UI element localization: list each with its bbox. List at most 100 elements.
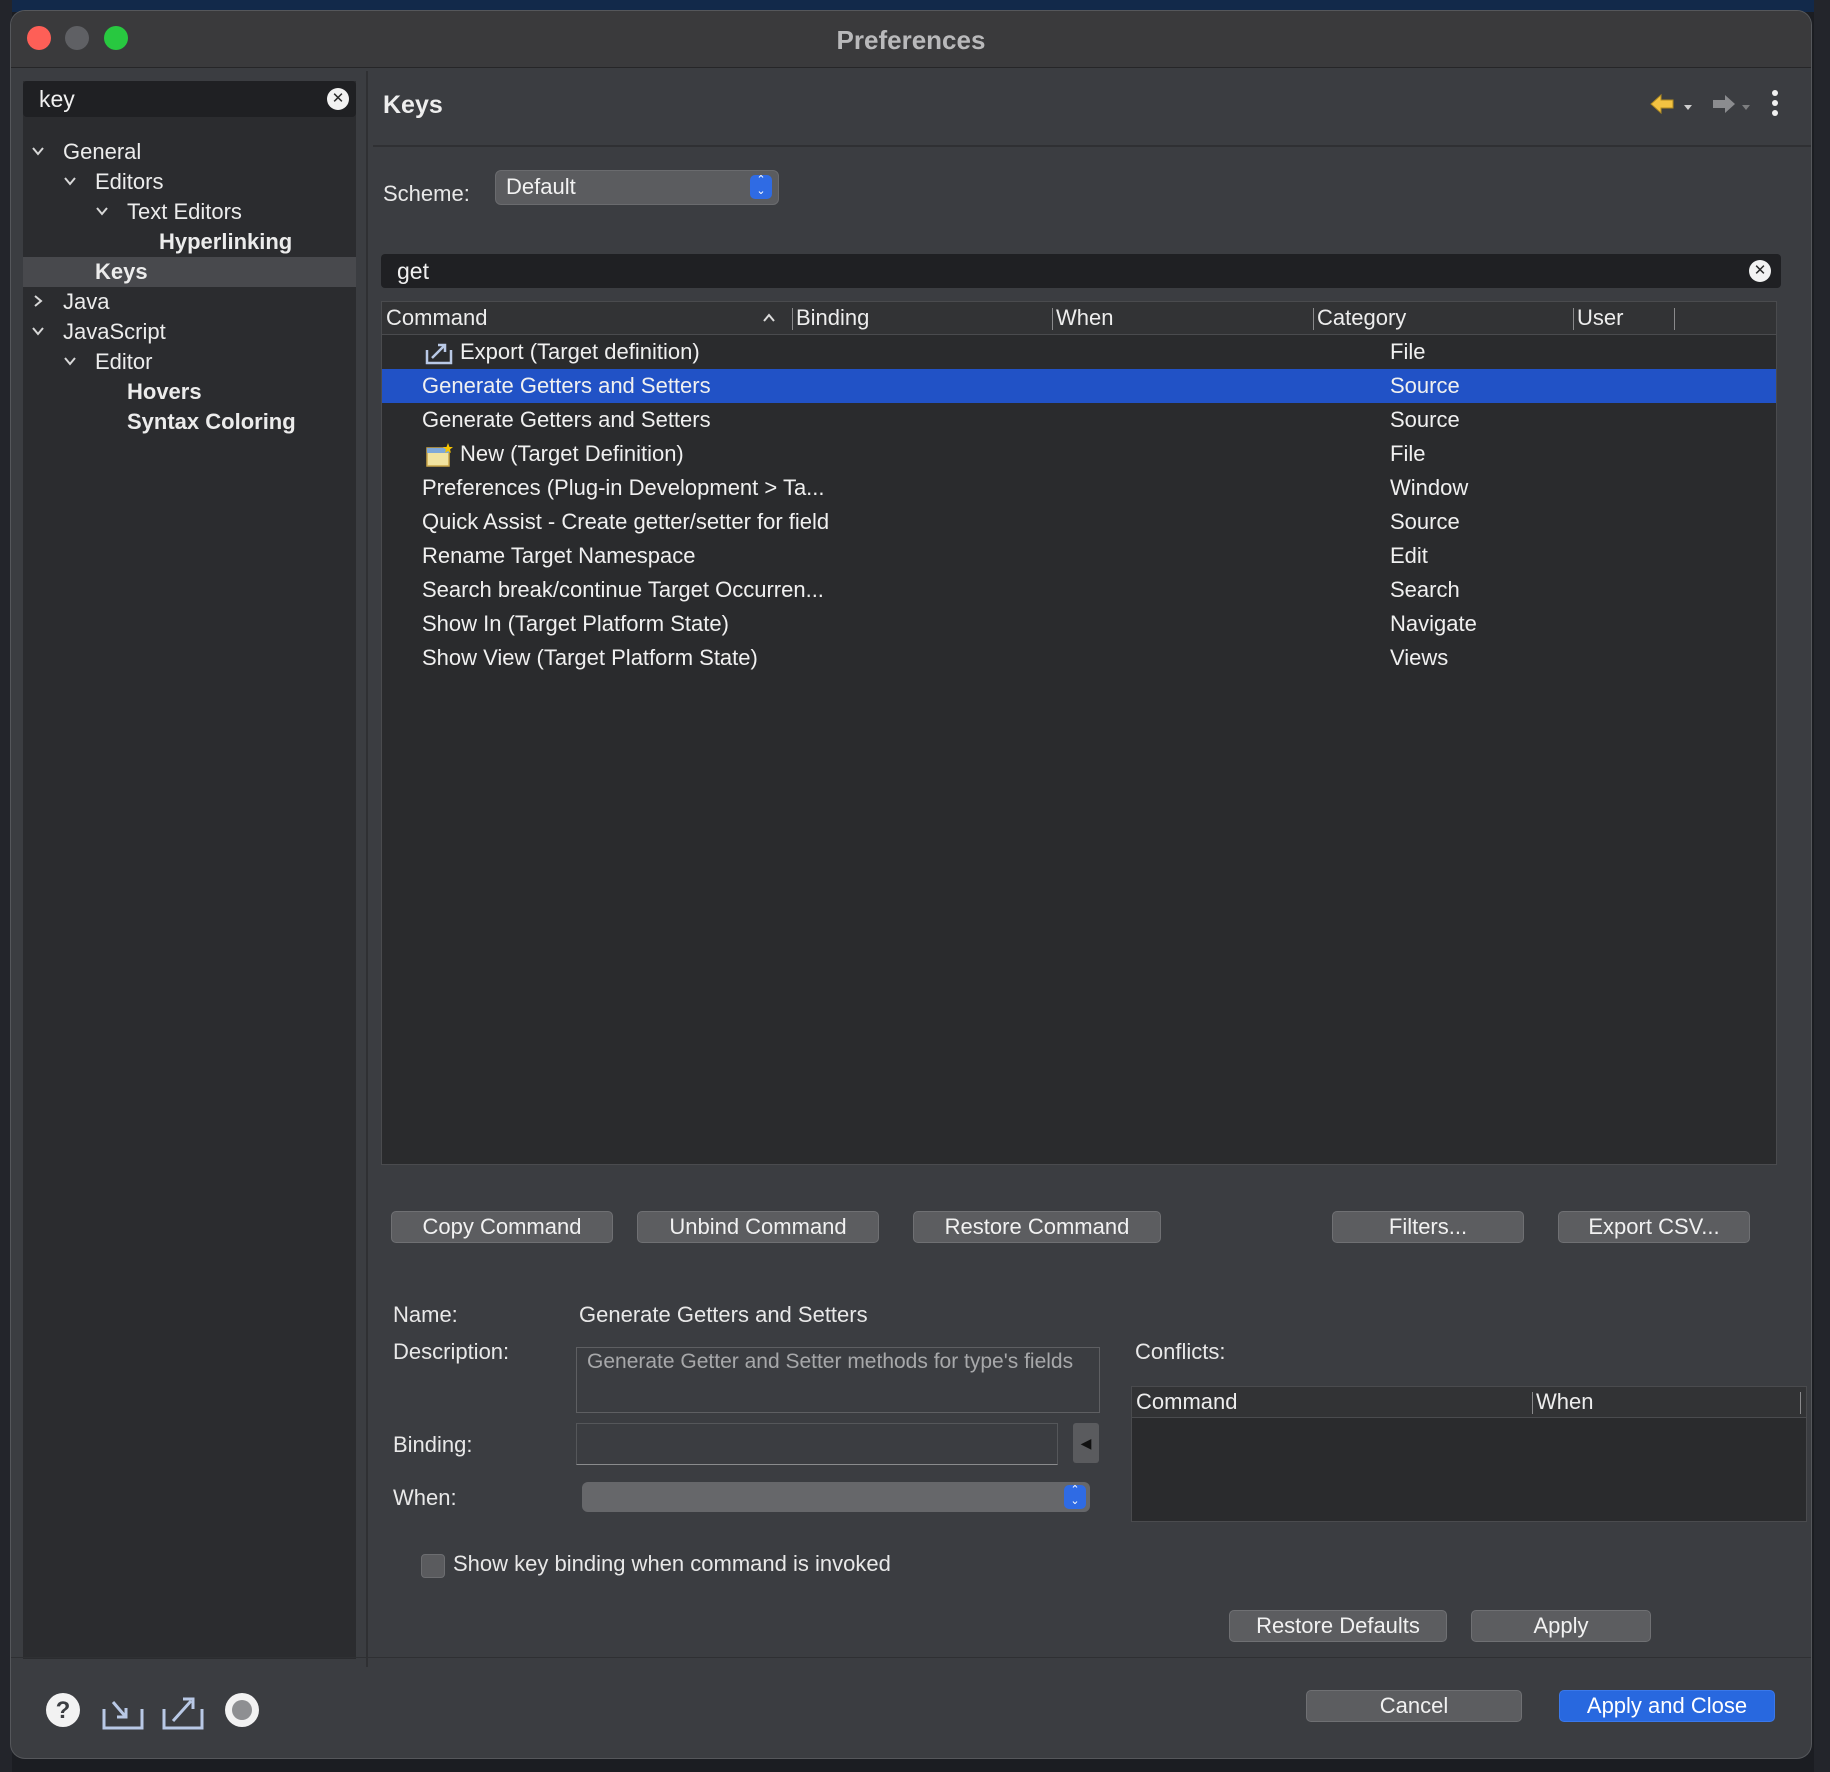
pane-divider[interactable]: [366, 71, 368, 1667]
tree-item-hyperlinking[interactable]: Hyperlinking: [23, 227, 356, 257]
column-divider[interactable]: [1800, 1392, 1801, 1414]
table-row[interactable]: Search break/continue Target Occurren...…: [382, 573, 1776, 607]
when-select[interactable]: ⌃ ⌄: [582, 1482, 1090, 1512]
command-filter-input[interactable]: get ✕: [381, 254, 1781, 288]
command-name: Show View (Target Platform State): [422, 645, 758, 670]
chevron-down-icon[interactable]: [95, 204, 109, 218]
column-binding[interactable]: Binding: [796, 305, 869, 331]
preferences-navigation: key ✕ General Editors Text Editors Hyper…: [23, 81, 356, 1659]
table-row-selected[interactable]: Generate Getters and Setters Source: [382, 369, 1776, 403]
command-category: File: [1390, 339, 1426, 364]
name-label: Name:: [393, 1302, 458, 1327]
description-value: Generate Getter and Setter methods for t…: [587, 1350, 1074, 1373]
column-category[interactable]: Category: [1317, 305, 1406, 331]
tree-item-javascript[interactable]: JavaScript: [23, 317, 356, 347]
clear-filter-icon[interactable]: ✕: [327, 88, 349, 110]
column-command[interactable]: Command: [1136, 1389, 1237, 1415]
table-row[interactable]: Show In (Target Platform State) Navigate: [382, 607, 1776, 641]
chevron-right-icon[interactable]: [31, 294, 45, 308]
view-menu-icon[interactable]: [1771, 89, 1779, 122]
conflicts-table: Command When: [1131, 1386, 1807, 1522]
table-row[interactable]: New (Target Definition) File: [382, 437, 1776, 471]
window-title: Preferences: [836, 25, 986, 55]
table-row[interactable]: Show View (Target Platform State) Views: [382, 641, 1776, 675]
description-field: Generate Getter and Setter methods for t…: [576, 1347, 1100, 1413]
tree-item-text-editors[interactable]: Text Editors: [23, 197, 356, 227]
scheme-value: Default: [506, 174, 576, 199]
select-arrows-icon: ⌃ ⌄: [1064, 1485, 1086, 1509]
chevron-down-icon[interactable]: [63, 354, 77, 368]
apply-and-close-button[interactable]: Apply and Close: [1559, 1690, 1775, 1722]
column-when[interactable]: When: [1056, 305, 1113, 331]
column-command[interactable]: Command: [386, 305, 487, 331]
back-dropdown-icon[interactable]: [1683, 99, 1693, 117]
column-user[interactable]: User: [1577, 305, 1623, 331]
column-divider[interactable]: [1313, 308, 1314, 330]
forward-dropdown-icon[interactable]: [1741, 99, 1751, 117]
chevron-down-icon[interactable]: [31, 324, 45, 338]
column-divider[interactable]: [1674, 308, 1675, 330]
command-category: Source: [1390, 373, 1460, 398]
record-icon[interactable]: [223, 1691, 261, 1734]
cancel-button[interactable]: Cancel: [1306, 1690, 1522, 1722]
column-divider[interactable]: [1573, 308, 1574, 330]
column-divider[interactable]: [1532, 1392, 1533, 1414]
unbind-command-button[interactable]: Unbind Command: [637, 1211, 879, 1243]
column-divider[interactable]: [792, 308, 793, 330]
preferences-filter-value: key: [39, 86, 75, 112]
forward-arrow-icon[interactable]: [1707, 93, 1737, 120]
apply-button[interactable]: Apply: [1471, 1610, 1651, 1642]
name-value: Generate Getters and Setters: [579, 1302, 868, 1327]
table-row[interactable]: Export (Target definition) File: [382, 335, 1776, 369]
tree-item-editor[interactable]: Editor: [23, 347, 356, 377]
chevron-down-icon[interactable]: [63, 174, 77, 188]
preferences-tree: General Editors Text Editors Hyperlinkin…: [23, 137, 356, 437]
tree-item-java[interactable]: Java: [23, 287, 356, 317]
command-category: Source: [1390, 509, 1460, 534]
command-category: Views: [1390, 645, 1449, 670]
conflicts-label: Conflicts:: [1135, 1339, 1226, 1364]
tree-item-general[interactable]: General: [23, 137, 356, 167]
command-name: Show In (Target Platform State): [422, 611, 729, 636]
copy-command-button[interactable]: Copy Command: [391, 1211, 613, 1243]
sort-ascending-icon: [762, 310, 776, 328]
table-header: Command Binding When Category User: [382, 302, 1776, 335]
command-name: Export (Target definition): [460, 339, 700, 364]
command-category: Window: [1390, 475, 1469, 500]
command-category: Edit: [1390, 543, 1428, 568]
tree-item-keys[interactable]: Keys: [23, 257, 356, 287]
tree-item-label: General: [63, 139, 142, 164]
clear-filter-icon[interactable]: ✕: [1749, 260, 1771, 282]
column-divider[interactable]: [1052, 308, 1053, 330]
back-arrow-icon[interactable]: [1649, 93, 1679, 120]
tree-item-hovers[interactable]: Hovers: [23, 377, 356, 407]
show-binding-checkbox[interactable]: [421, 1554, 445, 1578]
binding-input[interactable]: [576, 1423, 1058, 1465]
column-when[interactable]: When: [1536, 1389, 1593, 1415]
command-name: Rename Target Namespace: [422, 543, 696, 568]
command-name: Search break/continue Target Occurren...: [422, 577, 824, 602]
table-row[interactable]: Quick Assist - Create getter/setter for …: [382, 505, 1776, 539]
table-row[interactable]: Preferences (Plug-in Development > Ta...…: [382, 471, 1776, 505]
export-icon[interactable]: [161, 1693, 205, 1736]
svg-text:?: ?: [56, 1697, 71, 1724]
tree-item-label: Hovers: [127, 379, 202, 404]
preferences-filter-input[interactable]: key ✕: [23, 81, 356, 117]
restore-command-button[interactable]: Restore Command: [913, 1211, 1161, 1243]
filters-button[interactable]: Filters...: [1332, 1211, 1524, 1243]
binding-menu-button[interactable]: ◀: [1073, 1423, 1099, 1463]
tree-item-label: Syntax Coloring: [127, 409, 296, 434]
export-csv-button[interactable]: Export CSV...: [1558, 1211, 1750, 1243]
table-row[interactable]: Rename Target Namespace Edit: [382, 539, 1776, 573]
chevron-down-icon[interactable]: [31, 144, 45, 158]
import-icon[interactable]: [101, 1697, 145, 1736]
tree-item-editors[interactable]: Editors: [23, 167, 356, 197]
conflicts-header: Command When: [1132, 1387, 1806, 1418]
table-row[interactable]: Generate Getters and Setters Source: [382, 403, 1776, 437]
restore-defaults-button[interactable]: Restore Defaults: [1229, 1610, 1447, 1642]
command-category: Search: [1390, 577, 1460, 602]
tree-item-syntax-coloring[interactable]: Syntax Coloring: [23, 407, 356, 437]
select-arrows-icon: ⌃ ⌄: [750, 175, 772, 199]
scheme-select[interactable]: Default ⌃ ⌄: [495, 170, 779, 205]
help-icon[interactable]: ?: [44, 1691, 82, 1734]
